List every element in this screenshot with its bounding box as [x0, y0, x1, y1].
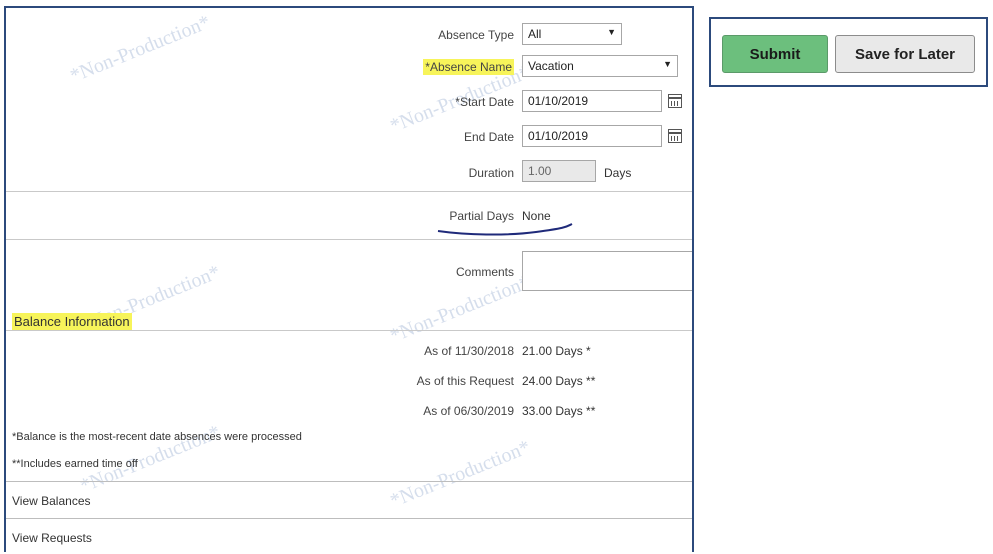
duration-value: 1.00 — [528, 164, 552, 178]
save-for-later-button[interactable]: Save for Later — [835, 35, 975, 73]
start-date-value: 01/10/2019 — [528, 94, 589, 108]
view-balances-link[interactable]: View Balances — [6, 481, 692, 518]
duration-label: Duration — [468, 166, 514, 180]
watermark: *Non-Production* — [67, 10, 214, 88]
balance-row-label: As of 06/30/2019 — [423, 404, 514, 418]
absence-request-form: *Non-Production* *Non-Production* *Non-P… — [4, 6, 694, 552]
view-requests-link[interactable]: View Requests — [6, 518, 692, 552]
absence-name-value: Vacation — [528, 59, 574, 73]
absence-name-label: *Absence Name — [423, 59, 514, 75]
absence-type-label: Absence Type — [438, 28, 514, 42]
end-date-label: End Date — [463, 130, 514, 144]
calendar-icon[interactable] — [668, 94, 682, 108]
absence-type-select[interactable]: All ▼ — [522, 23, 622, 45]
duration-unit: Days — [604, 166, 632, 180]
balance-information-title: Balance Information — [12, 313, 132, 330]
calendar-icon[interactable] — [668, 129, 682, 143]
divider — [6, 330, 692, 331]
hand-drawn-underline — [437, 223, 573, 236]
start-date-label: *Start Date — [455, 95, 514, 109]
balance-row-label: As of 11/30/2018 — [424, 344, 514, 358]
balance-note: *Balance is the most-recent date absence… — [12, 431, 302, 443]
earned-time-note: **Includes earned time off — [12, 458, 138, 470]
dropdown-arrow-icon: ▼ — [607, 27, 616, 37]
comments-textarea[interactable] — [522, 251, 692, 291]
absence-name-select[interactable]: Vacation ▼ — [522, 55, 678, 77]
balance-row-value: 24.00 Days ** — [522, 374, 596, 388]
watermark: *Non-Production* — [387, 270, 534, 348]
end-date-input[interactable]: 01/10/2019 — [522, 125, 662, 147]
balance-row-value: 21.00 Days * — [522, 344, 591, 358]
dropdown-arrow-icon: ▼ — [663, 59, 672, 69]
absence-type-value: All — [528, 27, 542, 41]
start-date-input[interactable]: 01/10/2019 — [522, 90, 662, 112]
submit-button[interactable]: Submit — [722, 35, 828, 73]
balance-row-label: As of this Request — [416, 374, 514, 388]
divider — [6, 191, 692, 192]
divider — [6, 239, 692, 240]
end-date-value: 01/10/2019 — [528, 129, 589, 143]
action-panel: Submit Save for Later — [709, 17, 988, 87]
balance-row-value: 33.00 Days ** — [522, 404, 596, 418]
comments-label: Comments — [455, 265, 514, 279]
duration-field: 1.00 — [522, 160, 596, 182]
